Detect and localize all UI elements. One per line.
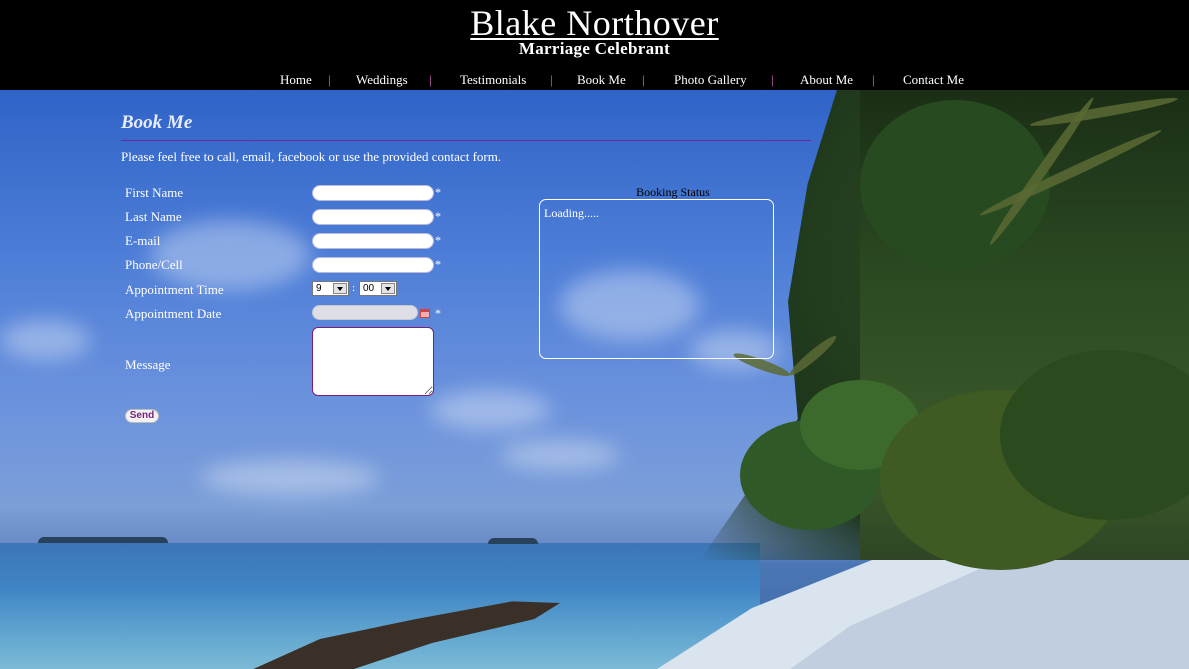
nav-about-me[interactable]: About Me <box>800 72 853 88</box>
minute-value: 00 <box>363 283 375 294</box>
site-header: Blake Northover Marriage Celebrant Home … <box>0 0 1189 90</box>
booking-status-panel <box>539 199 774 359</box>
minute-select[interactable]: 00 <box>359 281 397 296</box>
phone-label: Phone/Cell <box>125 257 183 272</box>
nav-separator: | <box>872 72 875 87</box>
last-name-label: Last Name <box>125 209 182 224</box>
required-mark: * <box>435 233 441 247</box>
nav-book-me[interactable]: Book Me <box>577 72 626 88</box>
page-heading: Book Me <box>121 112 193 133</box>
nav-separator: | <box>642 72 645 87</box>
message-label: Message <box>125 357 171 372</box>
last-name-field[interactable] <box>312 209 434 225</box>
appointment-time-label: Appointment Time <box>125 282 224 297</box>
nav-separator: | <box>328 72 331 87</box>
booking-status-title: Booking Status <box>636 185 710 199</box>
calendar-icon[interactable] <box>420 309 430 318</box>
site-subtitle: Marriage Celebrant <box>518 39 671 58</box>
nav-separator: | <box>429 72 432 87</box>
main-nav: Home | Weddings | Testimonials | Book Me… <box>0 72 1189 88</box>
nav-weddings[interactable]: Weddings <box>356 72 408 88</box>
site-title[interactable]: Blake Northover <box>0 4 1189 42</box>
intro-text: Please feel free to call, email, faceboo… <box>121 149 502 164</box>
nav-contact-me[interactable]: Contact Me <box>903 72 964 88</box>
first-name-field[interactable] <box>312 185 434 201</box>
nav-home[interactable]: Home <box>280 72 312 88</box>
nav-separator: | <box>550 72 553 87</box>
chevron-down-icon[interactable] <box>333 283 347 294</box>
time-separator: : <box>352 282 356 294</box>
required-mark: * <box>435 185 441 199</box>
chevron-down-icon[interactable] <box>381 283 395 294</box>
hour-value: 9 <box>316 283 322 294</box>
hour-select[interactable]: 9 <box>312 281 349 296</box>
first-name-label: First Name <box>125 185 184 200</box>
appointment-date-label: Appointment Date <box>125 306 222 321</box>
message-field[interactable] <box>312 327 434 396</box>
email-field[interactable] <box>312 233 434 249</box>
booking-status-text: Loading..... <box>544 206 599 220</box>
phone-field[interactable] <box>312 257 434 273</box>
required-mark: * <box>435 257 441 271</box>
nav-separator: | <box>771 72 774 87</box>
appointment-date-field[interactable] <box>312 305 418 320</box>
nav-testimonials[interactable]: Testimonials <box>460 72 526 88</box>
nav-photo-gallery[interactable]: Photo Gallery <box>674 72 747 88</box>
heading-divider <box>121 140 811 141</box>
required-mark: * <box>435 306 441 320</box>
beach-background-image <box>0 90 1189 669</box>
email-label: E-mail <box>125 233 161 248</box>
send-button[interactable]: Send <box>125 409 159 423</box>
required-mark: * <box>435 209 441 223</box>
